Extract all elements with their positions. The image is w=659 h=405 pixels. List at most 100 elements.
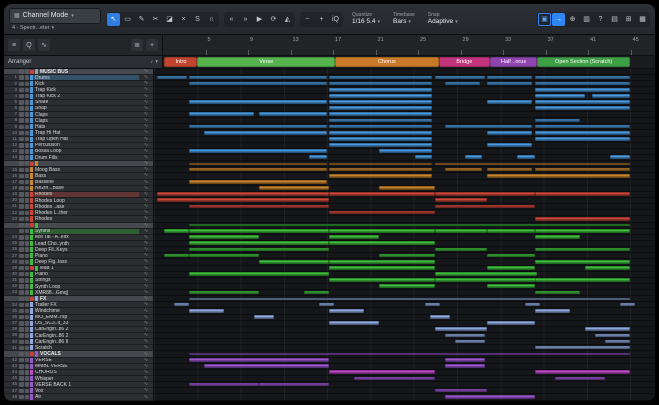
solo-button[interactable]	[24, 388, 29, 394]
audio-clip[interactable]	[189, 112, 255, 117]
audio-clip[interactable]	[487, 100, 533, 104]
audio-clip[interactable]	[434, 278, 538, 282]
audio-clip[interactable]	[434, 75, 485, 80]
audio-clip[interactable]	[189, 290, 260, 295]
audio-clip[interactable]	[434, 247, 488, 252]
audio-clip[interactable]	[487, 253, 535, 258]
solo-button[interactable]	[24, 351, 29, 357]
audio-clip[interactable]	[189, 272, 330, 276]
audio-clip[interactable]	[259, 186, 330, 190]
solo-button[interactable]	[24, 241, 29, 246]
solo-button[interactable]	[24, 124, 29, 130]
audio-clip[interactable]	[259, 112, 327, 117]
audio-clip[interactable]	[156, 192, 330, 196]
track-list-icon[interactable]: ≡	[8, 39, 20, 51]
follow-button[interactable]: →	[552, 12, 565, 26]
audio-clip[interactable]	[189, 180, 327, 184]
solo-button[interactable]	[24, 198, 29, 203]
audio-clip[interactable]	[189, 124, 327, 129]
split-tool[interactable]: ✂	[149, 13, 162, 26]
solo-button[interactable]	[24, 81, 29, 87]
mute-button[interactable]	[19, 321, 24, 326]
mute-button[interactable]	[19, 149, 24, 154]
audio-clip[interactable]	[434, 229, 488, 233]
solo-button[interactable]	[24, 155, 29, 160]
solo-button[interactable]	[24, 112, 29, 117]
audio-clip[interactable]	[444, 364, 485, 368]
audio-clip[interactable]	[534, 290, 580, 295]
record-arm-button[interactable]	[30, 266, 34, 271]
browser-button[interactable]: ▦	[636, 13, 649, 26]
eraser-tool[interactable]: ◪	[163, 13, 176, 26]
audio-clip[interactable]	[619, 302, 635, 307]
audio-clip[interactable]	[189, 167, 327, 172]
mute-button[interactable]	[19, 296, 24, 302]
mute-button[interactable]	[19, 100, 24, 105]
audio-clip[interactable]	[454, 339, 485, 344]
solo-button[interactable]	[24, 173, 29, 179]
chevron-down-icon[interactable]: ▾	[155, 59, 158, 65]
audio-clip[interactable]	[329, 75, 433, 80]
audio-clip[interactable]	[534, 167, 630, 172]
mute-button[interactable]	[19, 290, 24, 295]
audio-clip[interactable]	[204, 130, 327, 135]
audio-clip[interactable]	[329, 192, 435, 196]
mute-button[interactable]	[19, 143, 24, 148]
solo-button[interactable]	[24, 308, 29, 314]
solo-button[interactable]	[24, 130, 29, 136]
forward-button[interactable]: »	[239, 13, 252, 26]
solo-button[interactable]	[24, 302, 29, 308]
solo-button[interactable]	[24, 222, 29, 228]
help-button[interactable]: ?	[594, 13, 607, 26]
audio-clip[interactable]	[534, 130, 630, 135]
solo-button[interactable]	[24, 259, 29, 265]
mute-button[interactable]	[19, 106, 24, 111]
mute-button[interactable]	[19, 314, 24, 320]
editor-button[interactable]: ⊞	[622, 13, 635, 26]
audio-clip[interactable]	[329, 229, 435, 233]
audio-clip[interactable]	[434, 204, 535, 209]
audio-clip[interactable]	[444, 358, 485, 362]
mute-button[interactable]	[19, 81, 24, 87]
audio-clip[interactable]	[189, 81, 327, 86]
mute-button[interactable]	[19, 259, 24, 265]
solo-button[interactable]	[24, 235, 29, 240]
mute-button[interactable]	[19, 210, 24, 216]
audio-clip[interactable]	[329, 241, 435, 246]
solo-button[interactable]	[24, 204, 29, 209]
mute-button[interactable]	[19, 364, 24, 369]
audio-clip[interactable]	[164, 229, 190, 233]
loop-button[interactable]: ⟳	[267, 13, 280, 26]
mute-button[interactable]	[19, 130, 24, 136]
arrow-tool[interactable]: ↖	[107, 12, 120, 26]
audio-clip[interactable]	[329, 370, 435, 375]
zoom-in-button[interactable]: +	[315, 13, 328, 26]
audio-clip[interactable]	[329, 81, 433, 86]
audio-clip[interactable]	[487, 143, 533, 147]
audio-clip[interactable]	[329, 162, 433, 165]
mute-button[interactable]	[19, 345, 24, 351]
audio-clip[interactable]	[487, 130, 533, 135]
arranger-section[interactable]: Chorus	[335, 57, 439, 67]
solo-button[interactable]	[24, 106, 29, 111]
solo-button[interactable]	[24, 69, 29, 74]
audio-clip[interactable]	[174, 302, 190, 307]
solo-button[interactable]	[24, 376, 29, 381]
input-quantize-toggle[interactable]: iQ	[329, 13, 342, 26]
audio-clip[interactable]	[444, 81, 480, 86]
audio-clip[interactable]	[329, 235, 380, 239]
rewind-button[interactable]: «	[225, 13, 238, 26]
mute-button[interactable]	[19, 357, 24, 363]
audio-clip[interactable]	[534, 118, 580, 123]
audio-clip[interactable]	[524, 302, 540, 307]
device-selector[interactable]: 4 - Spectr...eter ▾	[9, 25, 101, 31]
audio-clip[interactable]	[309, 155, 327, 160]
audio-clip[interactable]	[189, 162, 327, 165]
audio-clip[interactable]	[534, 247, 630, 252]
audio-clip[interactable]	[487, 75, 533, 80]
mute-button[interactable]	[19, 222, 24, 228]
audio-clip[interactable]	[444, 333, 485, 338]
audio-clip[interactable]	[414, 155, 433, 160]
music-note-icon[interactable]: ♪	[150, 59, 153, 65]
solo-button[interactable]	[24, 321, 29, 326]
